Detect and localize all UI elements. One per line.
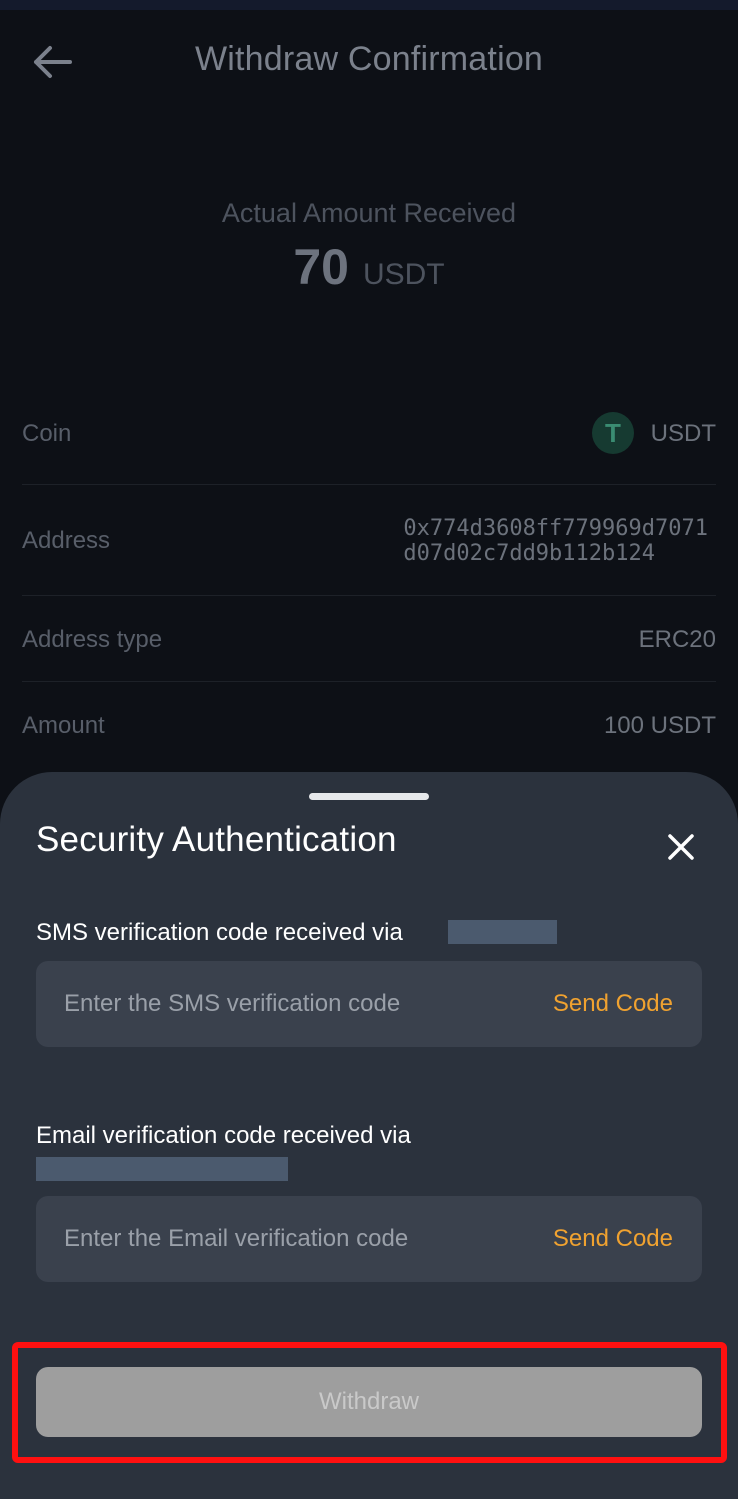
close-button[interactable]: [660, 826, 702, 868]
detail-row-address-type: Address type ERC20: [22, 596, 716, 682]
received-amount-value: 70: [293, 239, 349, 295]
sheet-title: Security Authentication: [36, 820, 397, 859]
redacted-phone: [448, 920, 557, 944]
tether-icon: T: [592, 412, 634, 454]
sms-code-input[interactable]: [64, 961, 504, 1047]
email-field-label: Email verification code received via: [36, 1122, 411, 1149]
sms-field-label: SMS verification code received via: [36, 919, 403, 946]
amount-value: 100 USDT: [603, 712, 716, 739]
close-icon: [668, 834, 694, 860]
coin-label: Coin: [22, 420, 72, 447]
detail-row-coin: Coin T USDT: [22, 412, 716, 485]
address-type-value: ERC20: [638, 626, 716, 653]
address-line-1: 0x774d3608ff779969d7071: [403, 516, 708, 541]
email-send-code-button[interactable]: Send Code: [553, 1225, 673, 1253]
address-line-2: d07d02c7dd9b112b124: [403, 541, 656, 566]
address-label: Address: [22, 527, 111, 554]
sms-send-code-button[interactable]: Send Code: [553, 990, 673, 1018]
redacted-email: [36, 1157, 288, 1181]
address-type-label: Address type: [22, 626, 163, 653]
withdraw-button[interactable]: Withdraw: [36, 1367, 702, 1437]
email-code-field: Send Code: [36, 1196, 702, 1282]
received-amount-label: Actual Amount Received: [221, 198, 517, 228]
sms-code-field: Send Code: [36, 961, 702, 1047]
page-title: Withdraw Confirmation: [194, 40, 544, 78]
withdraw-confirmation-screen: Withdraw Confirmation Actual Amount Rece…: [0, 0, 738, 1499]
detail-row-address: Address 0x774d3608ff779969d7071 d07d02c7…: [22, 485, 716, 596]
amount-label: Amount: [22, 712, 105, 739]
received-amount-unit: USDT: [362, 258, 445, 291]
drag-handle[interactable]: [309, 793, 429, 800]
header: Withdraw Confirmation: [0, 10, 738, 110]
detail-row-amount: Amount 100 USDT: [22, 682, 716, 772]
coin-value: USDT: [650, 420, 716, 447]
address-value: 0x774d3608ff779969d7071 d07d02c7dd9b112b…: [403, 516, 708, 566]
status-bar: [0, 0, 738, 10]
email-code-input[interactable]: [64, 1196, 504, 1282]
received-amount: 70 USDT: [0, 238, 738, 296]
